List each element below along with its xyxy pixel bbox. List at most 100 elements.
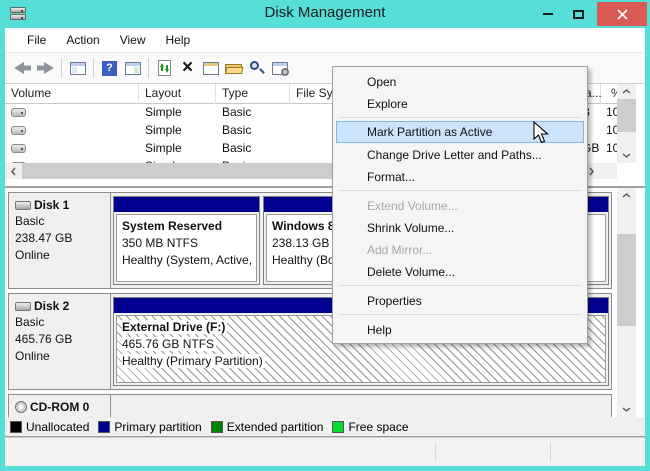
vertical-scroll-thumb[interactable] — [617, 99, 636, 132]
partition-title: System Reserved — [122, 218, 251, 235]
action-pane-icon — [125, 62, 141, 75]
volume-icon — [11, 144, 26, 153]
cell-percent: 10 — [606, 105, 617, 119]
scroll-up-button[interactable] — [617, 84, 636, 99]
menu-separator — [338, 117, 582, 118]
menu-item-open[interactable]: Open — [336, 70, 584, 92]
partition-title: External Drive (F:) — [122, 320, 227, 334]
disk-type: Basic — [15, 214, 104, 229]
menu-item-help[interactable]: Help — [336, 318, 584, 340]
menu-item-delete-volume[interactable]: Delete Volume... — [336, 260, 584, 282]
menu-file[interactable]: File — [17, 33, 56, 47]
cell-type: Basic — [222, 123, 251, 137]
status-divider — [550, 442, 551, 462]
open-folder-icon — [225, 62, 242, 74]
refresh-icon — [158, 60, 171, 76]
manage-gear-icon — [272, 62, 288, 75]
delete-button[interactable]: × — [176, 56, 199, 80]
properties-icon — [203, 62, 219, 75]
status-bar — [5, 437, 645, 466]
column-header-volume[interactable]: Volume — [5, 84, 139, 104]
scroll-up-icon — [622, 89, 631, 94]
scroll-down-button[interactable] — [617, 148, 636, 163]
scroll-left-icon — [11, 167, 16, 176]
disk-status: Online — [15, 349, 104, 364]
minimize-icon — [543, 13, 553, 15]
open-button[interactable] — [222, 56, 245, 80]
disk-type: Basic — [15, 315, 104, 330]
scroll-down-button[interactable] — [617, 402, 636, 417]
menu-separator — [338, 285, 582, 286]
disk-management-window: Disk Management File Action View Help — [0, 0, 650, 471]
close-button[interactable] — [597, 2, 647, 26]
title-bar: Disk Management — [0, 0, 650, 28]
volume-list-scrollbar[interactable] — [617, 84, 636, 163]
menu-view[interactable]: View — [110, 33, 156, 47]
show-console-tree-button[interactable] — [66, 56, 89, 80]
vertical-scroll-thumb[interactable] — [617, 234, 636, 326]
cell-type: Basic — [222, 141, 251, 155]
console-tree-icon — [70, 62, 86, 75]
forward-button[interactable] — [34, 56, 57, 80]
maximize-button[interactable] — [563, 2, 593, 26]
show-action-pane-button[interactable] — [121, 56, 144, 80]
menu-item-explore[interactable]: Explore — [336, 92, 584, 114]
maximize-icon — [573, 10, 584, 19]
scroll-left-button[interactable] — [5, 163, 21, 179]
menu-separator — [338, 314, 582, 315]
minimize-button[interactable] — [533, 2, 563, 26]
disk2-label[interactable]: Disk 2 Basic 465.76 GB Online — [9, 294, 111, 389]
legend-label: Extended partition — [227, 420, 324, 434]
column-header-percent[interactable]: % — [605, 84, 617, 104]
disk-name: Disk 2 — [34, 299, 69, 313]
primary-partition-bar — [114, 197, 259, 212]
cdrom-label[interactable]: CD-ROM 0 DVD (E:) — [9, 395, 111, 417]
column-header-layout[interactable]: Layout — [139, 84, 216, 104]
disk1-label[interactable]: Disk 1 Basic 238.47 GB Online — [9, 193, 111, 288]
menu-item-add-mirror: Add Mirror... — [336, 238, 584, 260]
menu-item-shrink-volume[interactable]: Shrink Volume... — [336, 216, 584, 238]
volume-icon — [11, 126, 26, 135]
cell-percent: 10 — [606, 141, 617, 155]
toolbar-separator — [61, 58, 62, 78]
mouse-cursor — [533, 121, 551, 150]
scroll-up-button[interactable] — [617, 188, 636, 203]
disk-size: 465.76 GB — [15, 332, 104, 347]
disk-status: Online — [15, 248, 104, 263]
partition-size: 465.76 GB NTFS — [122, 337, 216, 351]
legend-swatch-unallocated — [10, 421, 22, 433]
scroll-right-icon — [589, 167, 594, 176]
menu-action[interactable]: Action — [56, 33, 109, 47]
properties-button[interactable] — [199, 56, 222, 80]
legend-swatch-extended — [211, 421, 223, 433]
disk-name: Disk 1 — [34, 198, 69, 212]
menu-item-format[interactable]: Format... — [336, 165, 584, 187]
cdrom-graph — [111, 395, 611, 417]
disk-size: 238.47 GB — [15, 231, 104, 246]
cell-percent: 10 — [606, 123, 617, 137]
partition-system-reserved[interactable]: System Reserved 350 MB NTFS Healthy (Sys… — [113, 196, 260, 285]
find-icon — [249, 60, 265, 76]
help-icon: ? — [102, 61, 117, 76]
legend-swatch-primary — [98, 421, 110, 433]
menu-help[interactable]: Help — [156, 33, 201, 47]
refresh-button[interactable] — [153, 56, 176, 80]
legend-label: Free space — [348, 420, 408, 434]
legend-bar: Unallocated Primary partition Extended p… — [5, 417, 645, 437]
manage-button[interactable] — [268, 56, 291, 80]
disk-pane-scrollbar[interactable] — [617, 188, 636, 417]
menu-item-properties[interactable]: Properties — [336, 289, 584, 311]
legend-item: Extended partition — [211, 420, 324, 434]
close-icon — [617, 9, 628, 20]
find-button[interactable] — [245, 56, 268, 80]
back-button[interactable] — [11, 56, 34, 80]
help-button[interactable]: ? — [98, 56, 121, 80]
legend-item: Primary partition — [98, 420, 201, 434]
menu-item-extend-volume: Extend Volume... — [336, 194, 584, 216]
partition-context-menu: Open Explore Mark Partition as Active Ch… — [332, 66, 588, 344]
disk-name: CD-ROM 0 — [30, 400, 89, 414]
cdrom-row: CD-ROM 0 DVD (E:) — [8, 394, 612, 417]
partition-size: 350 MB NTFS — [122, 235, 251, 252]
column-header-type[interactable]: Type — [216, 84, 290, 104]
menu-bar: File Action View Help — [5, 28, 645, 52]
